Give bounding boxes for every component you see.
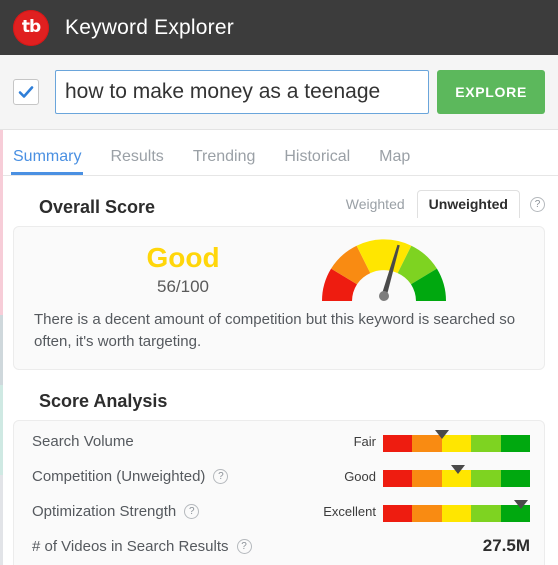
row-value-group: Excellent: [323, 498, 531, 524]
tab-map[interactable]: Map: [379, 148, 410, 175]
meter-marker: [434, 430, 449, 439]
page-title: Keyword Explorer: [65, 15, 234, 39]
logo-text: tb: [21, 17, 41, 37]
table-row: Optimization Strength ? Excellent: [14, 494, 544, 529]
table-row: # of Videos in Search Results ? 27.5M: [14, 529, 544, 564]
checkmark-icon: [18, 86, 34, 98]
app-header: tb Keyword Explorer: [0, 0, 558, 55]
row-label: Optimization Strength ?: [32, 502, 200, 520]
rating-meter: [383, 428, 531, 454]
tab-bar: Summary Results Trending Historical Map: [0, 130, 558, 176]
tab-historical[interactable]: Historical: [284, 148, 350, 175]
explore-button[interactable]: EXPLORE: [437, 70, 545, 114]
keyword-explorer-app: tb Keyword Explorer EXPLORE Summary Resu…: [0, 0, 558, 565]
rating-meter: [383, 463, 531, 489]
optimization-help-icon[interactable]: ?: [184, 503, 200, 519]
score-analysis-card: Search Volume Fair Competition (Unweight…: [13, 419, 545, 565]
meter-bar: [383, 505, 531, 522]
row-label-text: # of Videos in Search Results: [32, 537, 229, 555]
left-edge-strip: [0, 55, 3, 565]
overall-score-card: Good 56/100 There is a decent amount of …: [13, 226, 545, 370]
overall-score-header: Overall Score Weighted Unweighted ?: [13, 190, 545, 218]
score-description: There is a decent amount of competition …: [34, 311, 516, 350]
overall-score-section: Overall Score Weighted Unweighted ?: [0, 190, 558, 218]
table-row: Competition (Unweighted) ? Good: [14, 459, 544, 494]
score-analysis-section: Score Analysis: [0, 384, 558, 412]
meter-bar: [383, 435, 531, 452]
overall-score-help-icon[interactable]: ?: [530, 197, 545, 212]
row-value-group: Fair: [353, 428, 531, 454]
row-label-text: Optimization Strength: [32, 502, 177, 520]
row-value-group: Good: [344, 463, 531, 489]
keyword-search-input[interactable]: [55, 70, 430, 114]
tab-trending[interactable]: Trending: [193, 148, 256, 175]
score-analysis-header: Score Analysis: [13, 384, 545, 412]
meter-marker: [450, 465, 465, 474]
score-value: 56/100: [157, 276, 209, 296]
row-value-group: 27.5M: [483, 536, 530, 556]
row-label-text: Search Volume: [32, 432, 134, 450]
overall-score-title: Overall Score: [39, 197, 156, 217]
tab-results[interactable]: Results: [110, 148, 163, 175]
row-label: Competition (Unweighted) ?: [32, 467, 229, 485]
videos-help-icon[interactable]: ?: [236, 538, 252, 554]
competition-help-icon[interactable]: ?: [213, 468, 229, 484]
rating-meter: [383, 498, 531, 524]
row-label: # of Videos in Search Results ?: [32, 538, 252, 555]
row-label: Search Volume: [32, 433, 134, 450]
toggle-unweighted[interactable]: Unweighted: [416, 190, 520, 218]
exact-match-checkbox[interactable]: [13, 79, 39, 105]
search-bar: EXPLORE: [0, 55, 558, 130]
table-row: Search Volume Fair: [14, 424, 544, 459]
rating-label: Excellent: [323, 503, 376, 519]
videos-count-value: 27.5M: [482, 536, 530, 555]
score-analysis-title: Score Analysis: [39, 390, 168, 411]
tubebuddy-logo-icon: tb: [13, 9, 49, 46]
score-summary: Good 56/100: [14, 227, 544, 305]
meter-marker: [514, 500, 529, 509]
score-analysis-rows: Search Volume Fair Competition (Unweight…: [14, 421, 544, 565]
row-label-text: Competition (Unweighted): [32, 467, 206, 485]
rating-label: Fair: [353, 433, 376, 449]
toggle-weighted[interactable]: Weighted: [334, 190, 417, 218]
weighting-toggle: Weighted Unweighted: [334, 190, 520, 218]
rating-label: Good: [344, 468, 376, 484]
score-rating-word: Good: [146, 242, 220, 274]
score-readout: Good 56/100: [108, 242, 258, 297]
tab-summary[interactable]: Summary: [10, 148, 84, 175]
score-gauge: [321, 239, 447, 301]
